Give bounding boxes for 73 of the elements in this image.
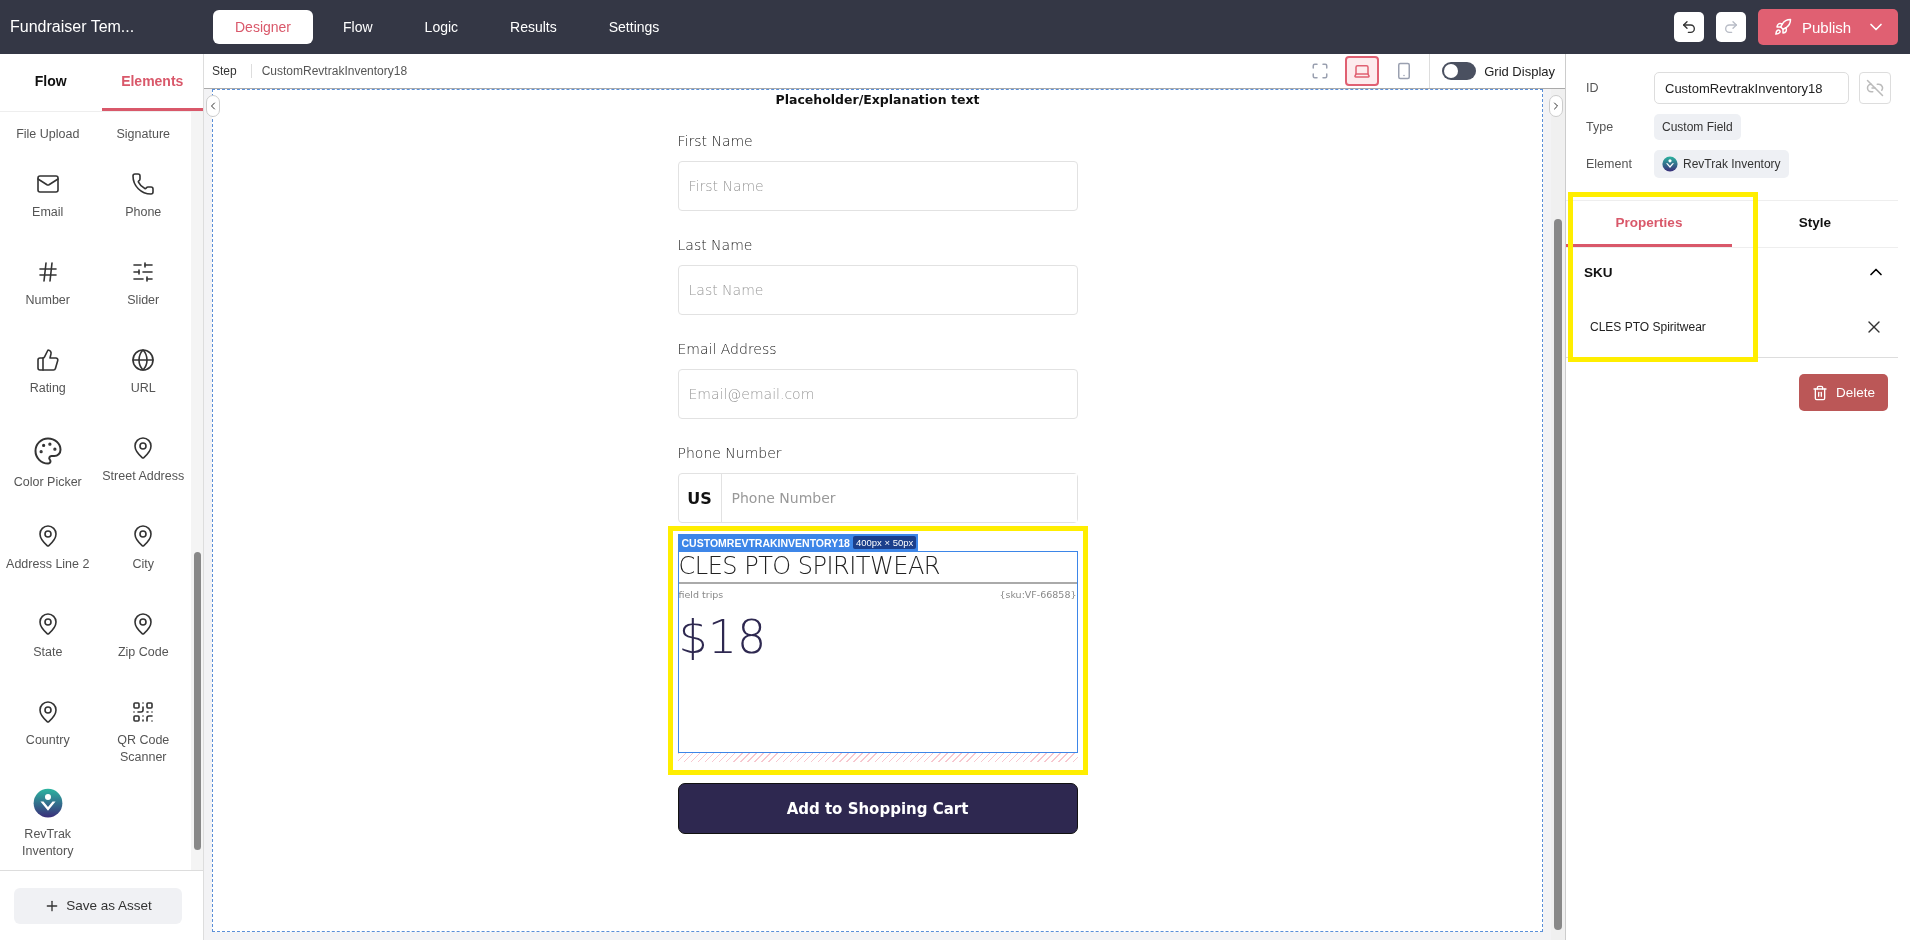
scrollbar[interactable] xyxy=(1551,89,1565,940)
element-item[interactable]: Street Address xyxy=(95,420,191,508)
field-label: Last Name xyxy=(677,237,754,253)
section-header[interactable]: SKU xyxy=(1566,248,1898,296)
rocket-icon xyxy=(1774,18,1792,36)
explanation-text: Placeholder/Explanation text xyxy=(775,92,980,107)
text-field[interactable]: First Name xyxy=(677,161,1078,211)
add-to-cart-button[interactable]: Add to Shopping Cart xyxy=(677,783,1078,834)
scrollbar[interactable] xyxy=(191,112,203,870)
field-label: Phone Number xyxy=(677,445,783,461)
product-title: CLES PTO SPIRITWEAR xyxy=(678,552,1077,584)
palette-icon xyxy=(32,436,63,466)
element-item[interactable]: Rating xyxy=(0,332,96,420)
id-field[interactable]: CustomRevtrakInventory18 xyxy=(1654,72,1849,104)
size-tag: 400px × 50px xyxy=(852,536,917,549)
nav-tab[interactable]: Designer xyxy=(213,10,314,44)
element-item[interactable]: File Upload xyxy=(0,112,96,156)
trash-icon xyxy=(1812,384,1828,401)
nav-tab[interactable]: Settings xyxy=(586,10,682,44)
element-item[interactable]: Country xyxy=(0,684,96,772)
product-price: $18 xyxy=(678,610,768,664)
id-label: ID xyxy=(1586,81,1600,95)
grid-toggle[interactable] xyxy=(1442,62,1477,80)
element-item[interactable]: Slider xyxy=(95,244,191,332)
redo-icon xyxy=(1723,19,1739,35)
globe-icon xyxy=(131,348,156,372)
breadcrumb-link[interactable]: Step xyxy=(212,64,251,78)
element-item[interactable]: Zip Code xyxy=(95,596,191,684)
nav-tab[interactable]: Flow xyxy=(321,10,395,44)
breadcrumb-item: CustomRevtrakInventory18 xyxy=(250,64,1304,78)
element-item[interactable]: State xyxy=(0,596,96,684)
element-item[interactable]: URL xyxy=(95,332,191,420)
field-label: First Name xyxy=(677,133,754,149)
app-title: Fundraiser Tem... xyxy=(10,18,136,36)
undo-button[interactable] xyxy=(1674,12,1704,42)
field-label: Email Address xyxy=(677,341,778,357)
save-as-asset-button[interactable]: Save as Asset xyxy=(14,887,182,924)
collapse-right-button[interactable] xyxy=(1549,95,1563,117)
fullscreen-icon xyxy=(1311,61,1330,81)
element-item[interactable]: Email xyxy=(0,156,96,244)
device-button[interactable] xyxy=(1345,56,1380,86)
element-item[interactable]: Address Line 2 xyxy=(0,508,96,596)
unlink-icon xyxy=(1866,79,1884,97)
nav-tab[interactable]: Logic xyxy=(402,10,481,44)
phone-field[interactable]: US Phone Number xyxy=(677,473,1078,523)
slider-icon xyxy=(131,260,156,284)
element-item[interactable]: QR Code Scanner xyxy=(95,684,191,772)
unlink-button[interactable] xyxy=(1859,72,1891,104)
type-chip: Custom Field xyxy=(1654,114,1741,140)
collapse-left-button[interactable] xyxy=(206,95,220,117)
element-item[interactable]: Signature xyxy=(95,112,191,156)
element-label: Element xyxy=(1586,157,1633,171)
element-item[interactable]: Phone xyxy=(95,156,191,244)
component-tag: CUSTOMREVTRAKINVENTORY18 400px × 50px xyxy=(677,534,919,551)
undo-icon xyxy=(1681,19,1697,35)
thumbs-up-icon xyxy=(35,348,60,372)
product-sku: {sku:VF-66858} xyxy=(999,589,1077,600)
nav-tab[interactable]: Results xyxy=(488,10,579,44)
element-item[interactable]: City xyxy=(95,508,191,596)
qr-code-icon xyxy=(131,700,156,724)
delete-button[interactable]: Delete xyxy=(1799,374,1888,411)
type-label: Type xyxy=(1586,120,1615,134)
sku-item: CLES PTO Spiritwear xyxy=(1590,319,1706,334)
text-field[interactable]: Email@email.com xyxy=(677,369,1078,419)
element-item[interactable]: Number xyxy=(0,244,96,332)
logo-icon xyxy=(1662,156,1678,172)
element-chip: RevTrak Inventory xyxy=(1654,150,1789,178)
envelope-icon xyxy=(35,172,60,196)
element-item[interactable]: Color Picker xyxy=(0,420,96,508)
text-field[interactable]: Last Name xyxy=(677,265,1078,315)
phone-icon xyxy=(131,172,156,196)
grid-toggle-label: Grid Display xyxy=(1484,63,1555,79)
element-item[interactable]: RevTrak Inventory xyxy=(0,772,96,860)
